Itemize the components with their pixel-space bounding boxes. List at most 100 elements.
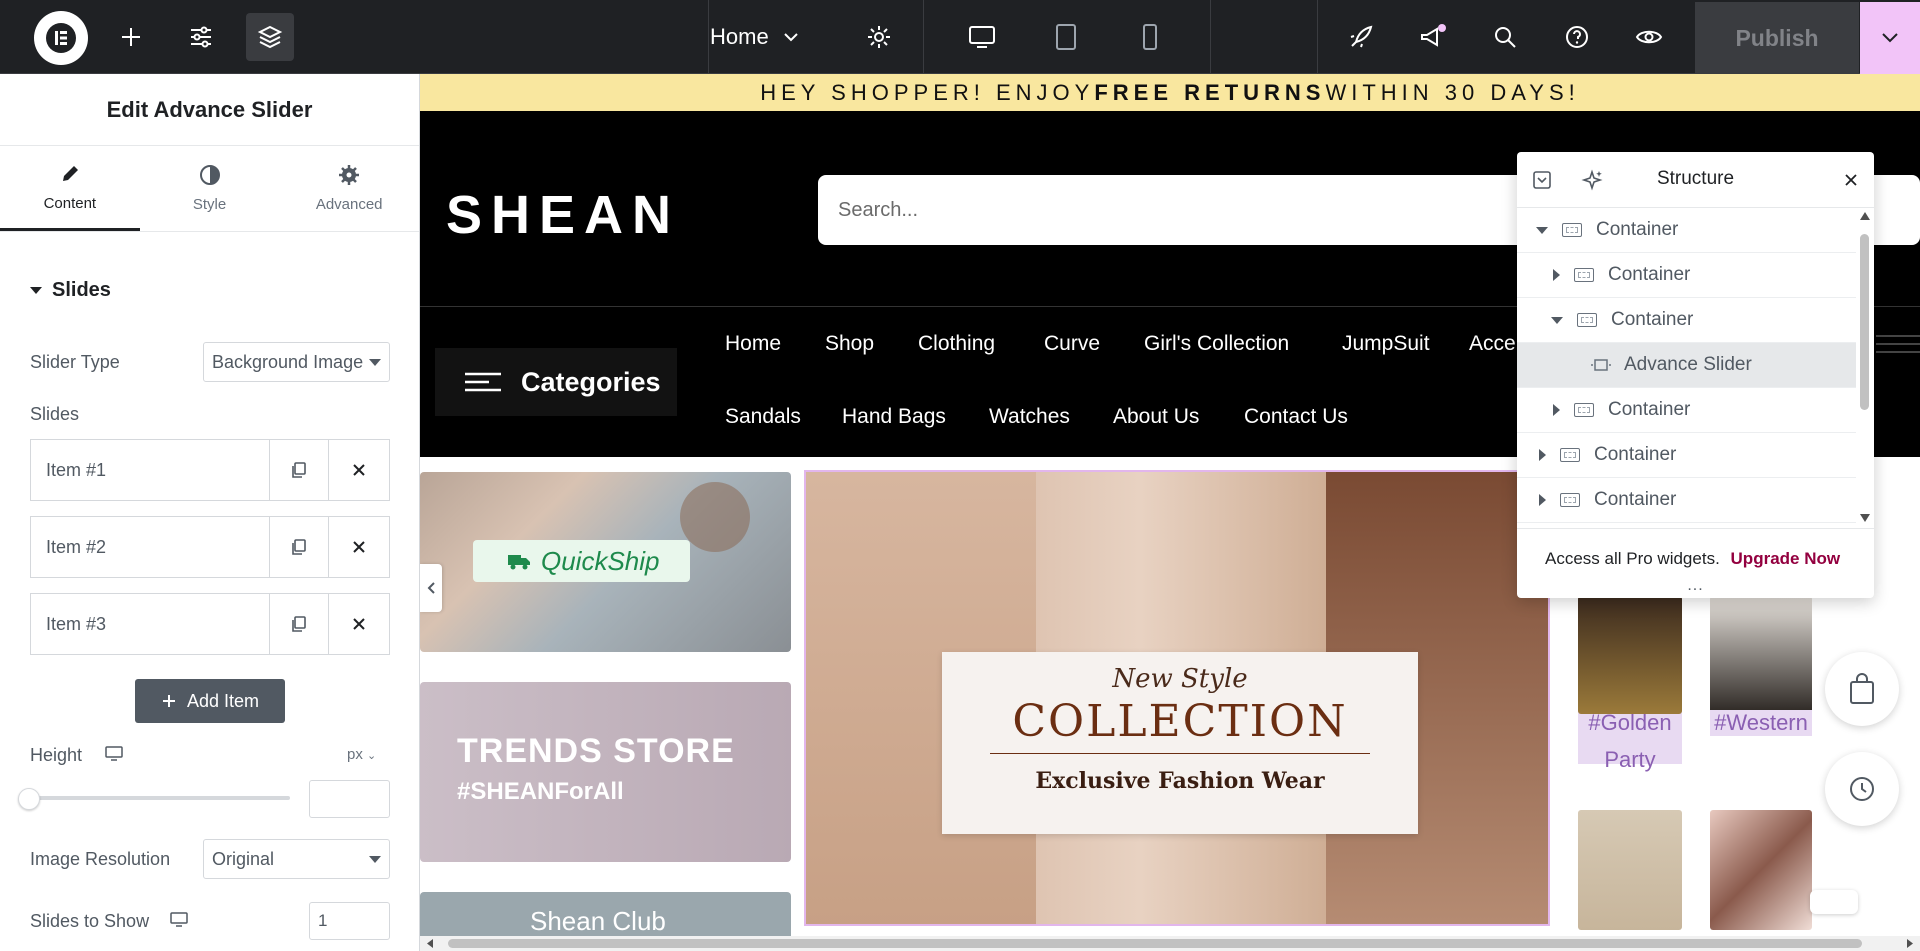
advance-slider-widget[interactable]: New Style COLLECTION Exclusive Fashion W… — [804, 470, 1550, 926]
nav-link-watches[interactable]: Watches — [989, 405, 1070, 429]
arrow-up-icon[interactable] — [1860, 212, 1870, 220]
repeater-item-title[interactable]: Item #2 — [31, 517, 270, 577]
add-element-button[interactable] — [107, 13, 155, 61]
cart-float-button[interactable] — [1825, 652, 1899, 726]
slide-subtitle: New Style — [1112, 664, 1248, 694]
launchpad-button[interactable] — [1337, 13, 1385, 61]
search-button[interactable] — [1481, 13, 1529, 61]
remove-item-button[interactable] — [329, 517, 389, 577]
caret-down-icon — [369, 359, 381, 366]
height-slider-track[interactable] — [30, 796, 290, 800]
desktop-view-button[interactable] — [958, 13, 1006, 61]
duplicate-item-button[interactable] — [270, 440, 330, 500]
categories-button[interactable]: Categories — [435, 348, 677, 416]
divider — [1210, 0, 1211, 74]
nav-link-girls-collection[interactable]: Girl's Collection — [1144, 332, 1289, 356]
necklace-photo[interactable] — [1578, 596, 1682, 714]
repeater-item-title[interactable]: Item #3 — [31, 594, 270, 654]
caret-down-icon — [1536, 226, 1548, 234]
structure-row-container[interactable]: Container — [1517, 298, 1856, 343]
clock-icon — [1850, 777, 1874, 801]
structure-row-container[interactable]: Container — [1517, 433, 1856, 478]
horizontal-scrollbar[interactable] — [420, 936, 1920, 951]
structure-button[interactable] — [246, 13, 294, 61]
announcement-bar: HEY SHOPPER! ENJOY FREE RETURNS WITHIN 3… — [420, 74, 1920, 111]
publish-options-button[interactable] — [1860, 2, 1920, 74]
outfit-photo[interactable] — [1578, 810, 1682, 930]
page-selector[interactable]: Home — [710, 13, 799, 61]
height-unit: px — [347, 746, 363, 763]
remove-item-button[interactable] — [329, 440, 389, 500]
nav-link-curve[interactable]: Curve — [1044, 332, 1100, 356]
chevron-down-icon: ⌄ — [367, 750, 377, 762]
truck-icon — [508, 555, 530, 570]
nav-link-contact-us[interactable]: Contact Us — [1244, 405, 1348, 429]
western-photo[interactable] — [1710, 596, 1812, 714]
upgrade-now-link[interactable]: Upgrade Now — [1731, 549, 1841, 568]
tab-content[interactable]: Content — [0, 146, 140, 231]
desktop-icon[interactable] — [105, 746, 123, 762]
quickship-banner[interactable]: QuickShip — [420, 472, 791, 652]
mobile-view-button[interactable] — [1126, 13, 1174, 61]
tablet-view-button[interactable] — [1042, 13, 1090, 61]
whats-new-button[interactable] — [1409, 13, 1457, 61]
scrollbar-thumb[interactable] — [448, 939, 1862, 948]
page-settings-button[interactable] — [855, 13, 903, 61]
arrow-down-icon[interactable] — [1860, 514, 1870, 522]
nav-link-home[interactable]: Home — [725, 332, 781, 356]
desktop-icon[interactable] — [170, 912, 188, 928]
tag-golden-line2[interactable]: Party — [1578, 747, 1682, 773]
structure-row-advance-slider[interactable]: Advance Slider — [1517, 343, 1856, 388]
close-structure-button[interactable] — [1837, 166, 1865, 194]
height-unit-select[interactable]: px ⌄ — [347, 746, 376, 763]
announcement-highlight: FREE RETURNS — [1094, 79, 1326, 105]
chat-widget-button[interactable] — [1810, 890, 1858, 914]
tag-western[interactable]: #Western — [1710, 710, 1812, 736]
publish-button[interactable]: Publish — [1695, 2, 1859, 74]
slides-to-show-input[interactable]: 1 — [309, 902, 390, 940]
nav-link-about-us[interactable]: About Us — [1113, 405, 1199, 429]
height-slider-handle[interactable] — [18, 788, 40, 810]
preview-button[interactable] — [1625, 13, 1673, 61]
duplicate-item-button[interactable] — [270, 594, 330, 654]
nav-link-clothing[interactable]: Clothing — [918, 332, 995, 356]
elementor-logo-button[interactable] — [34, 11, 88, 65]
trends-store-banner[interactable]: TRENDS STORE #SHEANForAll — [420, 682, 791, 862]
nav-link-jumpsuit[interactable]: JumpSuit — [1342, 332, 1430, 356]
site-logo[interactable]: SHEAN — [446, 184, 680, 246]
help-button[interactable] — [1553, 13, 1601, 61]
nav-link-sandals[interactable]: Sandals — [725, 405, 801, 429]
site-settings-button[interactable] — [177, 13, 225, 61]
shopping-bag-icon[interactable] — [1893, 191, 1919, 225]
resize-handle[interactable]: ... — [1517, 577, 1874, 595]
section-slides-toggle[interactable]: Slides — [30, 279, 111, 302]
tag-golden[interactable]: #Golden — [1578, 710, 1682, 736]
slider-type-select[interactable]: Background Image — [203, 342, 390, 382]
add-item-button[interactable]: Add Item — [135, 679, 285, 723]
duplicate-item-button[interactable] — [270, 517, 330, 577]
height-input[interactable] — [309, 780, 390, 818]
scrollbar-thumb[interactable] — [1860, 234, 1869, 410]
history-float-button[interactable] — [1825, 752, 1899, 826]
tab-style[interactable]: Style — [140, 146, 280, 231]
repeater-item-title[interactable]: Item #1 — [31, 440, 270, 500]
collapse-panel-button[interactable] — [420, 564, 442, 612]
sliders-icon — [191, 26, 211, 48]
panel-title: Edit Advance Slider — [0, 74, 419, 146]
menu-lines-icon[interactable] — [1876, 333, 1920, 355]
tab-advanced[interactable]: Advanced — [279, 146, 419, 231]
remove-item-button[interactable] — [329, 594, 389, 654]
structure-row-container[interactable]: Container — [1517, 208, 1856, 253]
cosmetics-photo[interactable] — [1710, 810, 1812, 930]
image-resolution-select[interactable]: Original — [203, 839, 390, 879]
structure-row-container[interactable]: Container — [1517, 478, 1856, 523]
nav-link-accessories[interactable]: Acce — [1469, 332, 1516, 356]
tab-label: Content — [43, 194, 97, 212]
nav-link-hand-bags[interactable]: Hand Bags — [842, 405, 946, 429]
arrow-left-icon[interactable] — [426, 939, 434, 948]
structure-row-container[interactable]: Container — [1517, 388, 1856, 433]
structure-row-container[interactable]: Container — [1517, 253, 1856, 298]
nav-link-shop[interactable]: Shop — [825, 332, 874, 356]
arrow-right-icon[interactable] — [1906, 939, 1914, 948]
structure-scrollbar[interactable] — [1856, 208, 1874, 528]
